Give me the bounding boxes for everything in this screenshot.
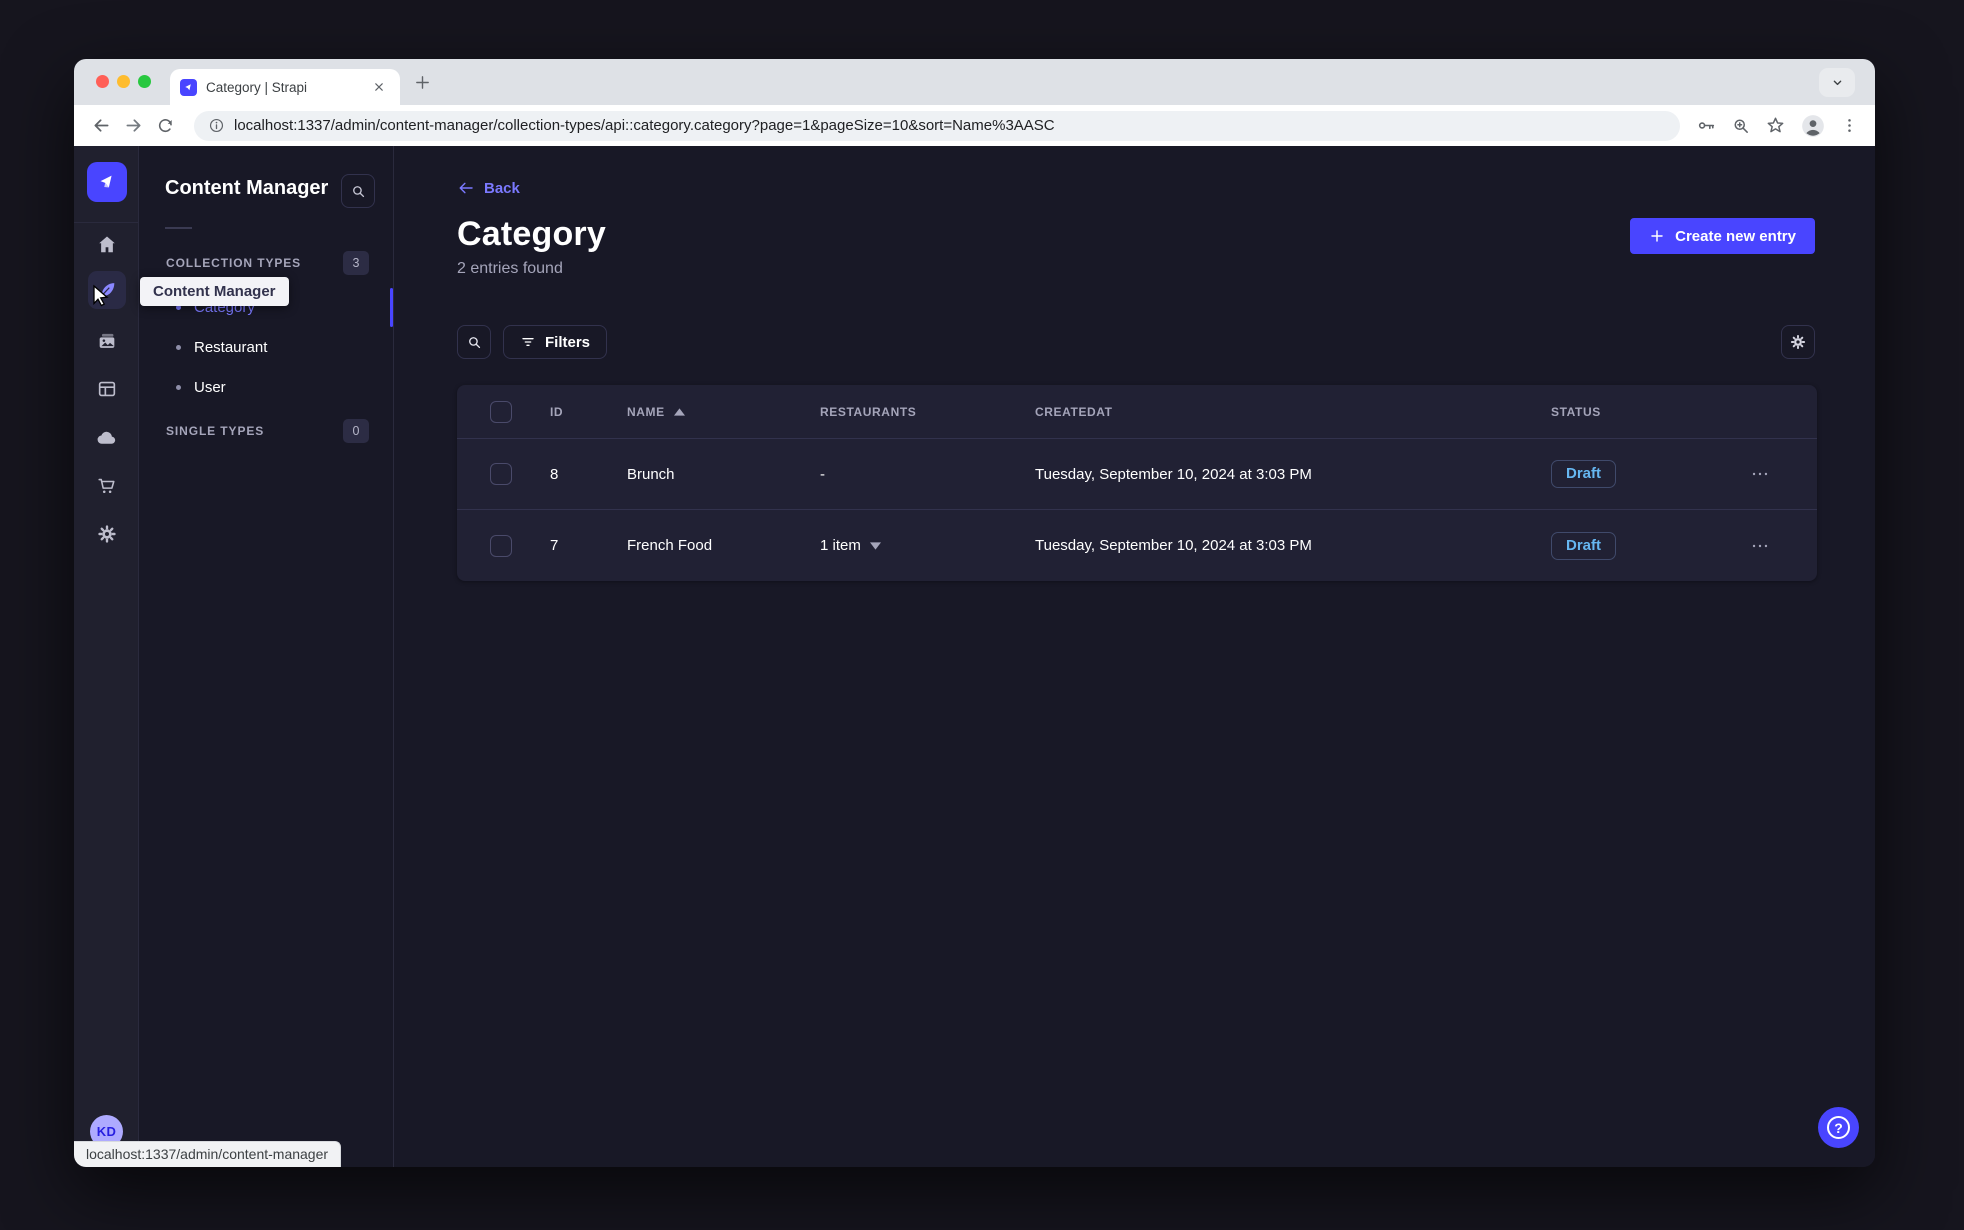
sidebar-item-label: User <box>194 378 226 396</box>
sidebar-item-label: Restaurant <box>194 338 268 356</box>
sort-asc-icon <box>673 407 685 416</box>
content-type-builder-icon[interactable] <box>94 376 119 401</box>
traffic-lights <box>96 75 151 88</box>
subnav-divider <box>165 227 192 229</box>
browser-window: Category | Strapi localhost:1337/admin/c… <box>74 59 1875 1167</box>
url-text: localhost:1337/admin/content-manager/col… <box>234 117 1055 134</box>
toolbar-icons <box>1696 113 1861 139</box>
tab-title: Category | Strapi <box>206 79 308 95</box>
create-new-entry-button[interactable]: Create new entry <box>1630 218 1815 254</box>
table-row[interactable]: 8 Brunch - Tuesday, September 10, 2024 a… <box>457 439 1817 510</box>
strapi-favicon-icon <box>180 78 197 96</box>
browser-tab[interactable]: Category | Strapi <box>170 69 400 105</box>
more-options-icon <box>1752 544 1768 547</box>
tab-close-icon[interactable] <box>370 78 388 96</box>
table-header-row: ID NAME RESTAURANTS CREATEDAT STATUS <box>457 385 1817 439</box>
cell-name: Brunch <box>627 465 675 483</box>
help-button[interactable]: ? <box>1818 1107 1859 1148</box>
chevron-down-icon <box>869 541 881 550</box>
filters-label: Filters <box>545 333 591 351</box>
filters-button[interactable]: Filters <box>503 325 608 359</box>
browser-toolbar: localhost:1337/admin/content-manager/col… <box>74 105 1875 146</box>
section-label: SINGLE TYPES <box>166 424 265 438</box>
column-header-restaurants[interactable]: RESTAURANTS <box>805 405 1020 419</box>
row-actions-button[interactable] <box>1749 463 1771 485</box>
column-header-id[interactable]: ID <box>535 405 612 419</box>
marketplace-icon[interactable] <box>94 473 119 498</box>
page-title: Category <box>457 215 606 253</box>
sidebar-divider <box>74 222 138 223</box>
search-button[interactable] <box>457 325 491 359</box>
back-icon[interactable] <box>88 113 114 139</box>
bullet-icon <box>176 344 181 350</box>
cell-restaurants[interactable]: 1 item <box>805 537 1020 554</box>
more-options-icon <box>1752 472 1768 476</box>
row-checkbox[interactable] <box>490 463 512 485</box>
url-bar[interactable]: localhost:1337/admin/content-manager/col… <box>194 110 1680 141</box>
subnav-title: Content Manager <box>165 177 329 199</box>
sidebar-item-user[interactable]: User <box>139 367 389 407</box>
status-badge: Draft <box>1551 531 1617 560</box>
table-row[interactable]: 7 French Food 1 item Tuesday, September … <box>457 510 1817 581</box>
reload-icon[interactable] <box>152 113 178 139</box>
row-actions-button[interactable] <box>1749 535 1771 557</box>
filters-toolbar: Filters <box>457 325 1815 359</box>
mouse-cursor <box>90 284 112 313</box>
select-all-checkbox[interactable] <box>490 400 512 423</box>
search-icon <box>468 336 480 348</box>
bullet-icon <box>176 384 181 390</box>
nav-tooltip: Content Manager <box>140 277 289 306</box>
collection-types-section: COLLECTION TYPES 3 <box>139 250 393 276</box>
profile-icon[interactable] <box>1800 113 1826 139</box>
tab-strip: Category | Strapi <box>74 59 1875 105</box>
settings-icon[interactable] <box>94 521 119 546</box>
single-types-section: SINGLE TYPES 0 <box>139 418 393 444</box>
key-icon[interactable] <box>1696 115 1717 136</box>
status-badge: Draft <box>1551 460 1617 488</box>
table-settings-button[interactable] <box>1781 325 1815 359</box>
column-header-name[interactable]: NAME <box>612 405 805 419</box>
plus-icon <box>1651 230 1663 242</box>
strapi-logo[interactable] <box>87 162 127 202</box>
row-checkbox[interactable] <box>490 534 512 557</box>
sidebar-item-restaurant[interactable]: Restaurant <box>139 327 389 367</box>
active-item-indicator <box>390 288 393 327</box>
cell-id: 7 <box>550 537 559 554</box>
minimize-window-button[interactable] <box>117 75 130 88</box>
maximize-window-button[interactable] <box>138 75 151 88</box>
main-content: Back Category Create new entry 2 entries… <box>395 146 1875 1167</box>
cell-createdat: Tuesday, September 10, 2024 at 3:03 PM <box>1035 537 1312 554</box>
subnav-search-button[interactable] <box>341 174 375 208</box>
home-icon[interactable] <box>94 231 119 256</box>
forward-icon[interactable] <box>120 113 146 139</box>
status-bar-link-preview: localhost:1337/admin/content-manager <box>74 1141 342 1167</box>
gear-icon <box>1790 334 1806 350</box>
section-count-badge: 3 <box>343 251 369 275</box>
media-library-icon[interactable] <box>94 328 119 353</box>
cell-name: French Food <box>627 537 713 554</box>
entries-table: ID NAME RESTAURANTS CREATEDAT STATUS 8 B… <box>457 385 1817 581</box>
column-header-status[interactable]: STATUS <box>1536 405 1734 419</box>
filter-icon <box>522 338 534 346</box>
create-button-label: Create new entry <box>1675 227 1796 245</box>
cell-createdat: Tuesday, September 10, 2024 at 3:03 PM <box>1035 465 1312 483</box>
cloud-icon[interactable] <box>94 425 119 450</box>
close-window-button[interactable] <box>96 75 109 88</box>
section-label: COLLECTION TYPES <box>166 256 302 270</box>
bookmark-star-icon[interactable] <box>1765 115 1786 136</box>
column-header-createdat[interactable]: CREATEDAT <box>1020 405 1536 419</box>
zoom-icon[interactable] <box>1731 116 1751 136</box>
cell-id: 8 <box>550 465 559 483</box>
menu-icon[interactable] <box>1840 116 1859 135</box>
new-tab-button[interactable] <box>414 74 431 91</box>
tab-search-chevron-icon[interactable] <box>1819 68 1855 97</box>
section-count-badge: 0 <box>343 419 369 443</box>
question-icon: ? <box>1827 1116 1850 1139</box>
info-icon[interactable] <box>208 117 225 134</box>
back-label: Back <box>484 179 520 197</box>
strapi-app: KD Content Manager COLLECTION TYPES 3 Ca… <box>74 146 1875 1167</box>
entries-count: 2 entries found <box>457 260 563 277</box>
back-link[interactable]: Back <box>457 179 520 197</box>
cell-restaurants: - <box>820 465 825 483</box>
